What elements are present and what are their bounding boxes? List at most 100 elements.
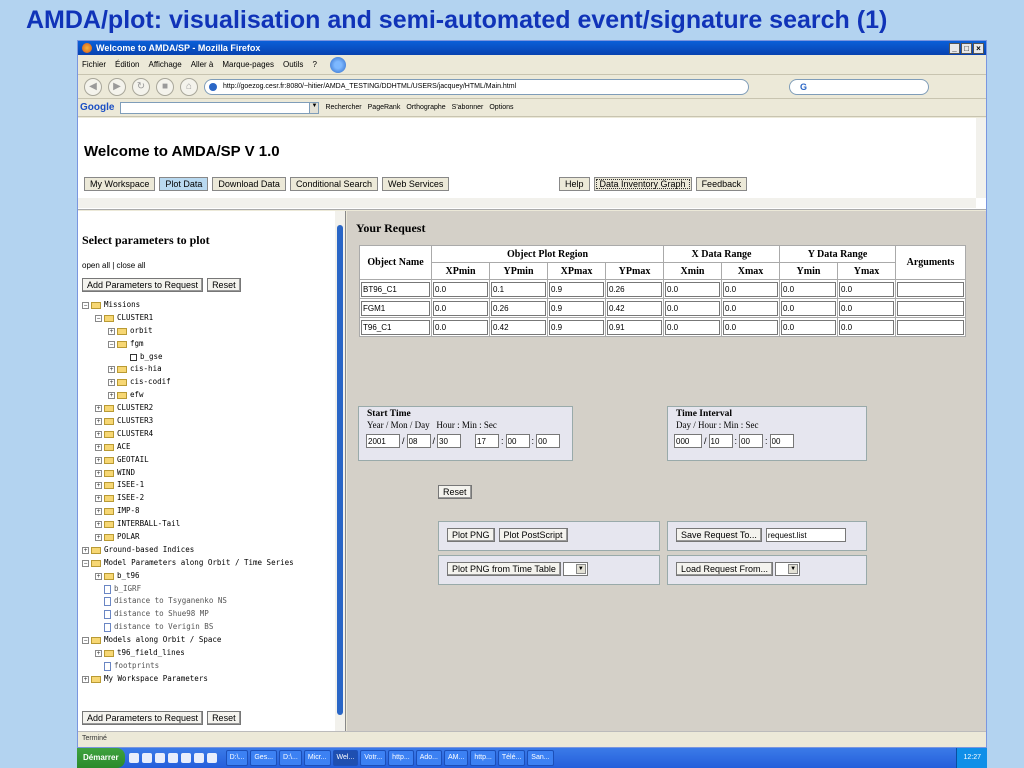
- google-pagerank[interactable]: PageRank: [368, 104, 401, 111]
- range-input[interactable]: [665, 319, 720, 335]
- taskbar-task[interactable]: D:\...: [279, 750, 302, 766]
- maximize-icon[interactable]: □: [961, 42, 972, 54]
- expand-icon[interactable]: +: [95, 533, 102, 541]
- range-input[interactable]: [839, 319, 894, 335]
- quicklaunch-ppt-icon[interactable]: [206, 753, 217, 763]
- tree-item[interactable]: + cis-codif: [82, 376, 294, 389]
- expand-icon[interactable]: +: [95, 649, 102, 657]
- google-options[interactable]: Options: [489, 104, 513, 111]
- tree-item[interactable]: distance to Shue98 MP: [82, 608, 294, 621]
- tree-item[interactable]: distance to Tsyganenko NS: [82, 595, 294, 608]
- tree-item[interactable]: + GEOTAIL: [82, 454, 294, 467]
- start-button[interactable]: Démarrer: [77, 748, 125, 768]
- collapse-icon[interactable]: −: [82, 559, 89, 567]
- back-icon[interactable]: ◀: [84, 77, 102, 96]
- expand-icon[interactable]: +: [95, 521, 102, 529]
- range-input[interactable]: [607, 300, 662, 316]
- header-vertical-scrollbar[interactable]: [976, 118, 986, 198]
- reset-request-button[interactable]: Reset: [438, 485, 472, 499]
- add-parameters-button[interactable]: Add Parameters to Request: [82, 278, 204, 292]
- tree-item[interactable]: − Models along Orbit / Space: [82, 634, 294, 647]
- expand-icon[interactable]: +: [108, 327, 115, 335]
- expand-icon[interactable]: +: [95, 508, 102, 516]
- menu-outils[interactable]: Outils: [283, 60, 303, 69]
- tree-item[interactable]: + ACE: [82, 441, 294, 454]
- tab-download-data[interactable]: Download Data: [212, 177, 286, 191]
- range-input[interactable]: [491, 300, 546, 316]
- tree-item[interactable]: − fgm: [82, 338, 294, 351]
- tree-item[interactable]: distance to Verigin BS: [82, 621, 294, 634]
- collapse-icon[interactable]: −: [95, 314, 102, 322]
- taskbar-task[interactable]: San...: [527, 750, 554, 766]
- reset-tree-button[interactable]: Reset: [207, 278, 241, 292]
- start-day-input[interactable]: [437, 434, 462, 448]
- range-input[interactable]: [549, 319, 604, 335]
- tree-item[interactable]: + Ground-based Indices: [82, 544, 294, 557]
- expand-icon[interactable]: +: [95, 405, 102, 413]
- stop-icon[interactable]: ■: [156, 77, 174, 96]
- expand-icon[interactable]: +: [82, 675, 89, 683]
- tab-web-services[interactable]: Web Services: [382, 177, 450, 191]
- collapse-icon[interactable]: −: [82, 301, 89, 309]
- taskbar-task[interactable]: Ado...: [415, 750, 442, 766]
- quicklaunch-word-icon[interactable]: [180, 753, 191, 763]
- arguments-input[interactable]: [897, 300, 964, 316]
- taskbar-task[interactable]: Télé...: [497, 750, 526, 766]
- menu-edition[interactable]: Édition: [115, 60, 139, 69]
- range-input[interactable]: [781, 300, 836, 316]
- plot-png-timetable-button[interactable]: Plot PNG from Time Table: [447, 562, 561, 576]
- range-input[interactable]: [607, 281, 662, 297]
- tree-item[interactable]: + efw: [82, 389, 294, 402]
- object-name-input[interactable]: [361, 319, 430, 335]
- tab-conditional-search[interactable]: Conditional Search: [289, 177, 378, 191]
- timetable-select[interactable]: ▼: [562, 562, 588, 576]
- quicklaunch-excel-icon[interactable]: [193, 753, 204, 763]
- tree-item[interactable]: b_gse: [82, 351, 294, 364]
- collapse-icon[interactable]: −: [108, 340, 115, 348]
- google-search-input[interactable]: [120, 101, 311, 114]
- range-input[interactable]: [839, 281, 894, 297]
- parameter-checkbox[interactable]: [130, 353, 137, 361]
- taskbar-task[interactable]: AM...: [443, 750, 469, 766]
- tree-item[interactable]: + POLAR: [82, 531, 294, 544]
- expand-icon[interactable]: +: [108, 392, 115, 400]
- menu-fichier[interactable]: Fichier: [82, 60, 106, 69]
- start-month-input[interactable]: [406, 434, 431, 448]
- start-hour-input[interactable]: [475, 434, 500, 448]
- google-sabonner[interactable]: S'abonner: [452, 104, 484, 111]
- google-rechercher[interactable]: Rechercher: [325, 104, 361, 111]
- scroll-thumb[interactable]: [337, 225, 343, 715]
- google-logo[interactable]: Google: [80, 102, 114, 113]
- tree-item[interactable]: b_IGRF: [82, 583, 294, 596]
- range-input[interactable]: [839, 300, 894, 316]
- data-inventory-graph-button[interactable]: Data Inventory Graph: [593, 177, 692, 191]
- tree-item[interactable]: + My Workspace Parameters: [82, 673, 294, 686]
- chevron-down-icon[interactable]: ▼: [309, 101, 320, 114]
- tree-item[interactable]: + CLUSTER2: [82, 402, 294, 415]
- interval-sec-input[interactable]: [769, 434, 794, 448]
- range-input[interactable]: [781, 281, 836, 297]
- start-sec-input[interactable]: [536, 434, 561, 448]
- google-orthographe[interactable]: Orthographe: [406, 104, 445, 111]
- taskbar-task[interactable]: Micr...: [303, 750, 331, 766]
- tree-item[interactable]: − Missions: [82, 299, 294, 312]
- taskbar-task[interactable]: Votr...: [360, 750, 387, 766]
- tree-item[interactable]: + ISEE-1: [82, 479, 294, 492]
- interval-hour-input[interactable]: [708, 434, 733, 448]
- tree-item[interactable]: + cis-hia: [82, 363, 294, 376]
- taskbar-task[interactable]: http...: [470, 750, 496, 766]
- taskbar-task[interactable]: Wel...: [332, 750, 359, 766]
- expand-icon[interactable]: +: [95, 443, 102, 451]
- range-input[interactable]: [433, 281, 488, 297]
- tree-item[interactable]: + t96_field_lines: [82, 647, 294, 660]
- range-input[interactable]: [723, 300, 778, 316]
- expand-icon[interactable]: +: [95, 456, 102, 464]
- menu-marque-pages[interactable]: Marque-pages: [222, 60, 274, 69]
- tree-item[interactable]: + b_t96: [82, 570, 294, 583]
- minimize-icon[interactable]: _: [949, 42, 960, 54]
- expand-icon[interactable]: +: [108, 379, 115, 387]
- tree-item[interactable]: + ISEE-2: [82, 492, 294, 505]
- tree-item[interactable]: − Model Parameters along Orbit / Time Ser…: [82, 557, 294, 570]
- save-request-button[interactable]: Save Request To...: [676, 528, 762, 542]
- range-input[interactable]: [491, 319, 546, 335]
